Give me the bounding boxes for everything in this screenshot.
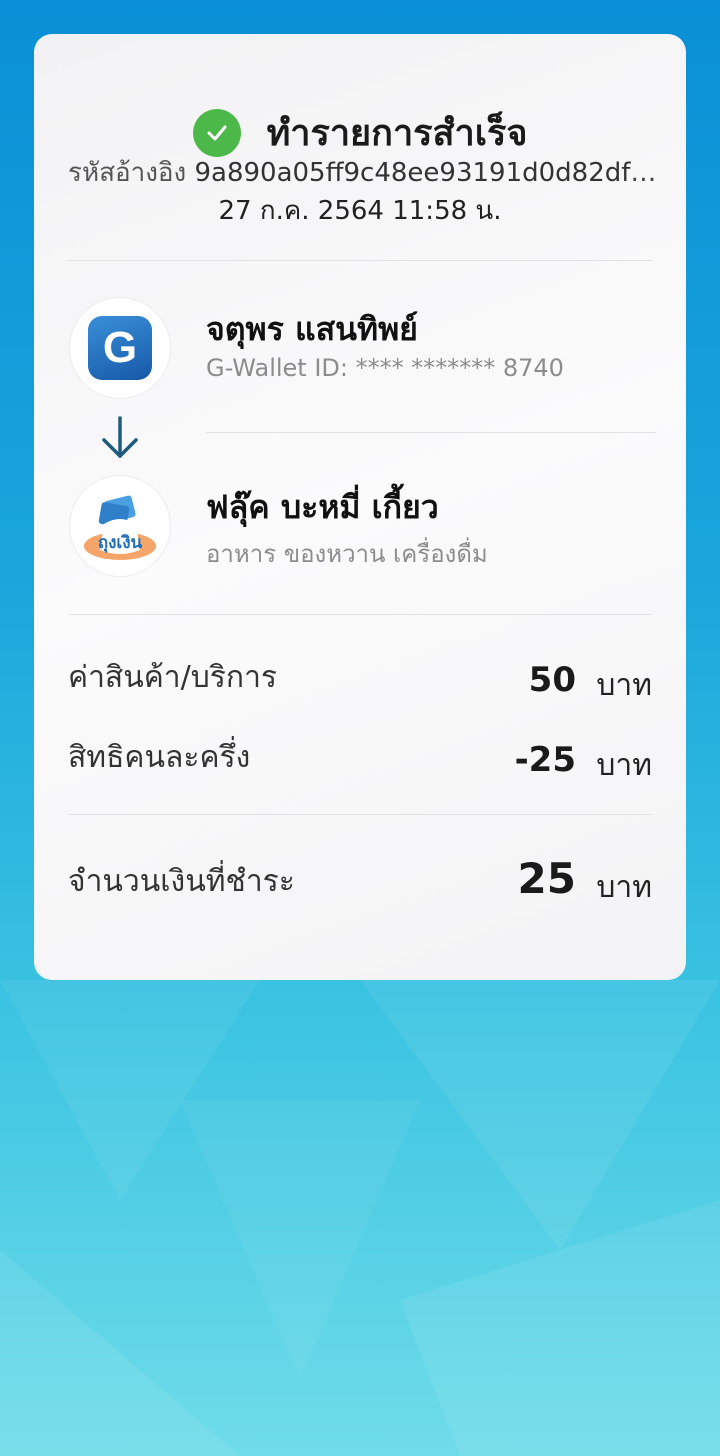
payee-logo-text: ถุงเงิน bbox=[98, 533, 143, 553]
transaction-datetime: 27 ก.ค. 2564 11:58 น. bbox=[218, 196, 502, 226]
divider bbox=[68, 260, 652, 261]
divider bbox=[206, 432, 656, 433]
total-paid-unit: บาท bbox=[596, 870, 652, 905]
total-paid-amount: 25 bbox=[517, 854, 576, 903]
success-check-icon bbox=[192, 108, 241, 157]
divider bbox=[68, 614, 652, 615]
payee-category: อาหาร ของหวาน เครื่องดื่ม bbox=[206, 540, 488, 568]
item-price-unit: บาท bbox=[596, 668, 652, 703]
payer-name: จตุพร แสนทิพย์ bbox=[206, 310, 418, 348]
payer-avatar: G bbox=[70, 298, 170, 398]
item-price-amount: 50 bbox=[528, 660, 576, 700]
divider bbox=[68, 814, 652, 815]
transaction-receipt-card: ทำรายการสำเร็จ รหัสอ้างอิง 9a890a05ff9c4… bbox=[34, 34, 686, 980]
payee-name: ฟลุ๊ค บะหมี่ เกี้ยว bbox=[206, 488, 439, 526]
reference-id: รหัสอ้างอิง 9a890a05ff9c48ee93191d0d82df… bbox=[68, 152, 658, 193]
half-half-discount-label: สิทธิคนละครึ่ง bbox=[68, 740, 251, 775]
item-price-label: ค่าสินค้า/บริการ bbox=[68, 660, 278, 695]
payer-wallet-id: G-Wallet ID: **** ******* 8740 bbox=[206, 354, 564, 382]
half-half-discount-unit: บาท bbox=[596, 748, 652, 783]
thung-ngoen-logo-icon: ถุงเงิน bbox=[84, 495, 156, 560]
g-wallet-logo-icon: G bbox=[88, 316, 152, 380]
reference-value: 9a890a05ff9c48ee93191d0d82dfbf... bbox=[194, 158, 658, 188]
payee-avatar: ถุงเงิน bbox=[70, 476, 170, 576]
arrow-down-icon bbox=[102, 416, 138, 458]
reference-label: รหัสอ้างอิง bbox=[68, 158, 187, 188]
total-paid-label: จำนวนเงินที่ชำระ bbox=[68, 864, 295, 899]
half-half-discount-amount: -25 bbox=[514, 740, 576, 780]
